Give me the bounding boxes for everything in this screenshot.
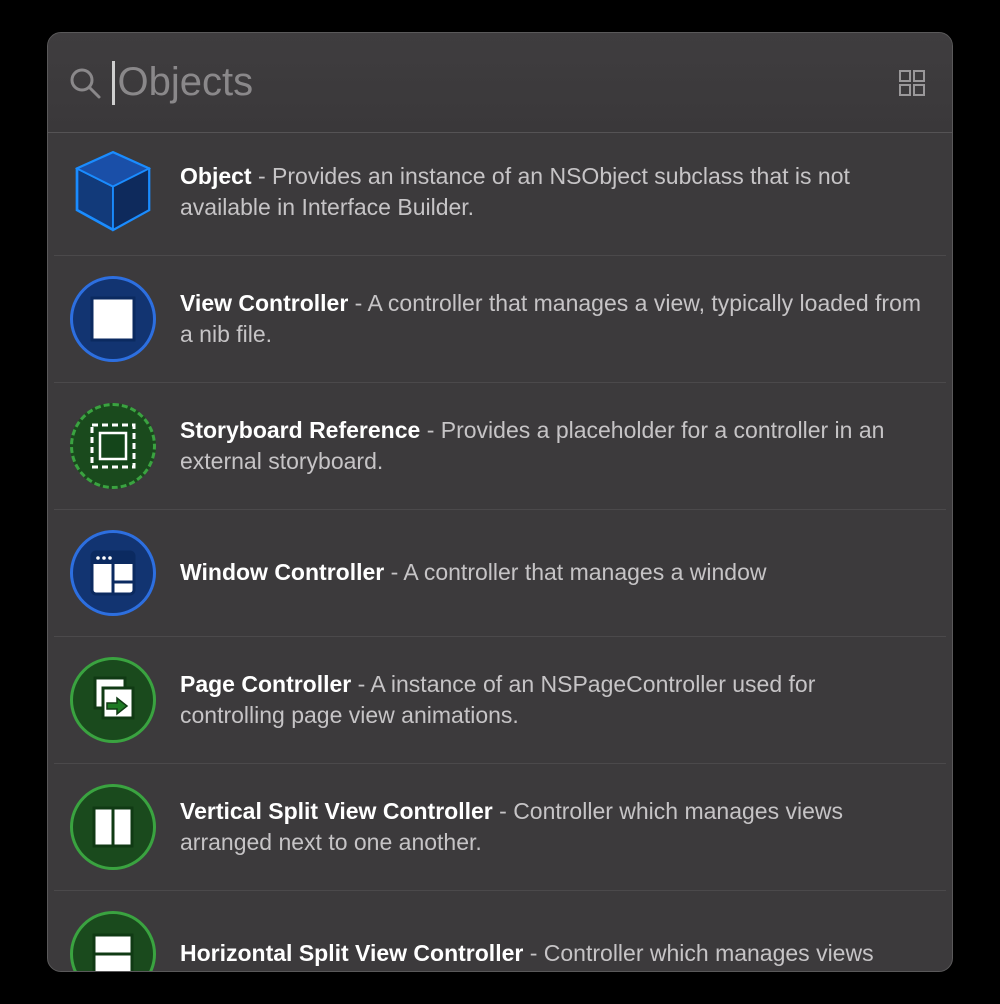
search-field[interactable] xyxy=(112,60,892,105)
search-input[interactable] xyxy=(118,60,893,105)
item-title: Storyboard Reference xyxy=(180,417,420,443)
list-item-window-controller[interactable]: Window Controller - A controller that ma… xyxy=(54,510,946,637)
search-bar xyxy=(48,33,952,133)
list-item-horizontal-split-view-controller[interactable]: Horizontal Split View Controller - Contr… xyxy=(54,891,946,971)
list-item-text: Storyboard Reference - Provides a placeh… xyxy=(180,415,932,477)
vertical-split-icon xyxy=(68,782,158,872)
list-item-object[interactable]: Object - Provides an instance of an NSOb… xyxy=(54,133,946,256)
item-desc: A controller that manages a window xyxy=(403,559,766,585)
item-title: Page Controller xyxy=(180,671,351,697)
list-item-text: Object - Provides an instance of an NSOb… xyxy=(180,161,932,223)
item-title: Window Controller xyxy=(180,559,384,585)
list-item-text: Vertical Split View Controller - Control… xyxy=(180,796,932,858)
object-library-panel: Object - Provides an instance of an NSOb… xyxy=(47,32,953,972)
list-item-text: Window Controller - A controller that ma… xyxy=(180,557,932,588)
list-item-text: Horizontal Split View Controller - Contr… xyxy=(180,938,932,969)
item-desc: Controller which manages views xyxy=(544,940,874,966)
list-item-page-controller[interactable]: Page Controller - A instance of an NSPag… xyxy=(54,637,946,764)
item-desc: Provides an instance of an NSObject subc… xyxy=(180,163,850,220)
cube-icon xyxy=(68,147,158,237)
object-list[interactable]: Object - Provides an instance of an NSOb… xyxy=(48,133,952,971)
list-item-vertical-split-view-controller[interactable]: Vertical Split View Controller - Control… xyxy=(54,764,946,891)
list-item-text: View Controller - A controller that mana… xyxy=(180,288,932,350)
list-item-storyboard-reference[interactable]: Storyboard Reference - Provides a placeh… xyxy=(54,383,946,510)
text-caret xyxy=(112,61,115,105)
item-title: Object xyxy=(180,163,252,189)
grid-view-toggle-icon[interactable] xyxy=(892,63,932,103)
search-icon xyxy=(68,66,102,100)
list-item-text: Page Controller - A instance of an NSPag… xyxy=(180,669,932,731)
list-item-view-controller[interactable]: View Controller - A controller that mana… xyxy=(54,256,946,383)
horizontal-split-icon xyxy=(68,909,158,971)
window-controller-icon xyxy=(68,528,158,618)
storyboard-reference-icon xyxy=(68,401,158,491)
page-controller-icon xyxy=(68,655,158,745)
view-controller-icon xyxy=(68,274,158,364)
item-title: Horizontal Split View Controller xyxy=(180,940,523,966)
item-title: View Controller xyxy=(180,290,348,316)
item-title: Vertical Split View Controller xyxy=(180,798,493,824)
